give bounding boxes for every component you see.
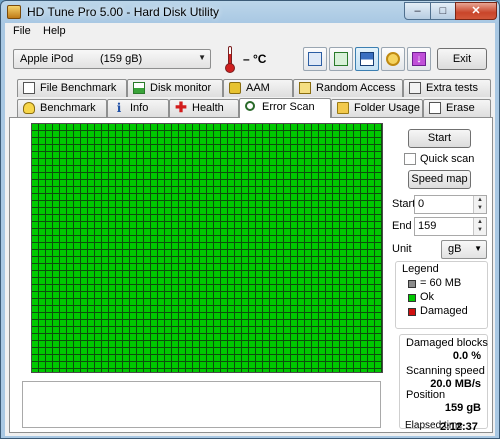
tab-label: Extra tests	[426, 82, 478, 94]
legend-group: Legend = 60 MB Ok Damaged	[395, 261, 488, 329]
legend-ok-swatch	[408, 294, 416, 302]
health-cross-icon: ✚	[175, 99, 187, 115]
app-window: HD Tune Pro 5.00 - Hard Disk Utility – □…	[0, 0, 500, 439]
minimize-button[interactable]: –	[404, 2, 431, 20]
title-bar[interactable]: HD Tune Pro 5.00 - Hard Disk Utility – □…	[1, 1, 499, 23]
random-access-icon	[299, 82, 311, 94]
options-button[interactable]	[381, 47, 405, 71]
elapsed-time-value: 2:12:37	[440, 421, 478, 433]
log-area	[22, 381, 381, 428]
end-label: End	[392, 220, 412, 232]
copy-screen-icon	[334, 52, 348, 66]
maximize-button[interactable]: □	[430, 2, 456, 20]
exit-button[interactable]: Exit	[437, 48, 487, 70]
position-label: Position	[406, 389, 446, 401]
tab-label: Health	[192, 102, 224, 114]
temperature-readout: – °C	[243, 52, 267, 66]
damaged-blocks-label: Damaged blocks	[406, 337, 488, 349]
legend-damaged-label: Damaged	[420, 305, 468, 317]
end-value: 159	[418, 220, 437, 232]
tab-folder-usage[interactable]: Folder Usage	[331, 99, 423, 117]
folder-icon	[337, 102, 349, 114]
tab-health[interactable]: ✚ Health	[169, 99, 239, 117]
info-icon: i	[116, 101, 122, 115]
spinner-arrows-icon[interactable]: ▲ ▼	[473, 196, 486, 213]
copy-text-button[interactable]	[303, 47, 327, 71]
tab-label: Info	[130, 102, 149, 114]
tab-benchmark[interactable]: Benchmark	[17, 99, 107, 117]
tab-erase[interactable]: Erase	[423, 99, 491, 117]
quick-scan-checkbox[interactable]	[404, 153, 416, 165]
save-button[interactable]	[355, 47, 379, 71]
tab-error-scan[interactable]: Error Scan	[239, 98, 331, 118]
unit-value: gB	[448, 243, 462, 255]
start-label: Start	[392, 198, 416, 210]
spinner-arrows-icon[interactable]: ▲ ▼	[473, 218, 486, 235]
thermometer-icon	[225, 46, 235, 73]
tab-label: Random Access	[316, 82, 396, 94]
speaker-icon	[229, 82, 241, 94]
tab-label: Disk monitor	[150, 82, 212, 94]
drive-size: (159 gB)	[100, 53, 143, 65]
file-benchmark-icon	[23, 82, 35, 94]
close-button[interactable]: ✕	[455, 2, 497, 20]
error-scan-panel: Start Quick scan Speed map Start 0 ▲ ▼ En…	[9, 117, 493, 433]
drive-name: Apple iPod	[20, 53, 74, 65]
scan-stats: Damaged blocks 0.0 % Scanning speed 20.0…	[399, 334, 488, 429]
quick-scan-label: Quick scan	[420, 153, 475, 165]
bulb-icon	[23, 102, 35, 114]
disk-monitor-icon	[133, 82, 145, 94]
block-map	[31, 123, 383, 373]
menu-bar: File Help	[5, 23, 495, 41]
legend-ok-label: Ok	[420, 291, 435, 303]
legend-title: Legend	[402, 263, 439, 275]
window-title: HD Tune Pro 5.00 - Hard Disk Utility	[27, 5, 220, 19]
tab-label: Error Scan	[262, 101, 315, 113]
legend-block-swatch	[408, 280, 416, 288]
tab-label: File Benchmark	[40, 82, 117, 94]
position-value: 159 gB	[444, 402, 481, 414]
damaged-blocks-value: 0.0 %	[452, 350, 481, 362]
chevron-down-icon: ▼	[474, 244, 482, 253]
options-icon	[386, 52, 400, 66]
unit-select[interactable]: gB ▼	[441, 240, 487, 259]
start-button[interactable]: Start	[408, 129, 471, 148]
tab-disk-monitor[interactable]: Disk monitor	[127, 79, 223, 97]
tab-file-benchmark[interactable]: File Benchmark	[17, 79, 127, 97]
copy-screen-button[interactable]	[329, 47, 353, 71]
speed-map-button[interactable]: Speed map	[408, 170, 471, 189]
legend-damaged-swatch	[408, 308, 416, 316]
tab-info[interactable]: i Info	[107, 99, 169, 117]
app-icon[interactable]	[7, 5, 21, 19]
start-value: 0	[418, 198, 425, 210]
client-area: File Help Apple iPod (159 gB) ▼ – °C ↓ E…	[5, 23, 495, 436]
end-input[interactable]: 159 ▲ ▼	[414, 217, 487, 236]
extra-tests-icon	[409, 82, 421, 94]
tab-label: AAM	[246, 82, 270, 94]
scanning-speed-label: Scanning speed	[406, 365, 485, 377]
magnifier-icon	[245, 101, 255, 111]
tab-extra-tests[interactable]: Extra tests	[403, 79, 491, 97]
save-icon	[360, 52, 374, 66]
tab-strip: File Benchmark Disk monitor AAM Random A…	[5, 79, 495, 119]
menu-help[interactable]: Help	[43, 25, 66, 37]
menu-file[interactable]: File	[13, 25, 31, 37]
tab-random-access[interactable]: Random Access	[293, 79, 403, 97]
exit-arrow-icon: ↓	[412, 52, 426, 66]
unit-label: Unit	[392, 243, 412, 255]
chevron-down-icon: ▼	[198, 53, 206, 62]
toolbar: Apple iPod (159 gB) ▼ – °C ↓ Exit	[5, 41, 495, 79]
copy-text-icon	[308, 52, 322, 66]
legend-block-size: = 60 MB	[420, 277, 462, 289]
tab-label: Erase	[446, 102, 475, 114]
tab-label: Benchmark	[40, 102, 96, 114]
drive-select[interactable]: Apple iPod (159 gB) ▼	[13, 49, 211, 69]
erase-icon	[429, 102, 441, 114]
exit-arrow-button[interactable]: ↓	[407, 47, 431, 71]
start-input[interactable]: 0 ▲ ▼	[414, 195, 487, 214]
tab-label: Folder Usage	[354, 102, 421, 114]
tab-aam[interactable]: AAM	[223, 79, 293, 97]
